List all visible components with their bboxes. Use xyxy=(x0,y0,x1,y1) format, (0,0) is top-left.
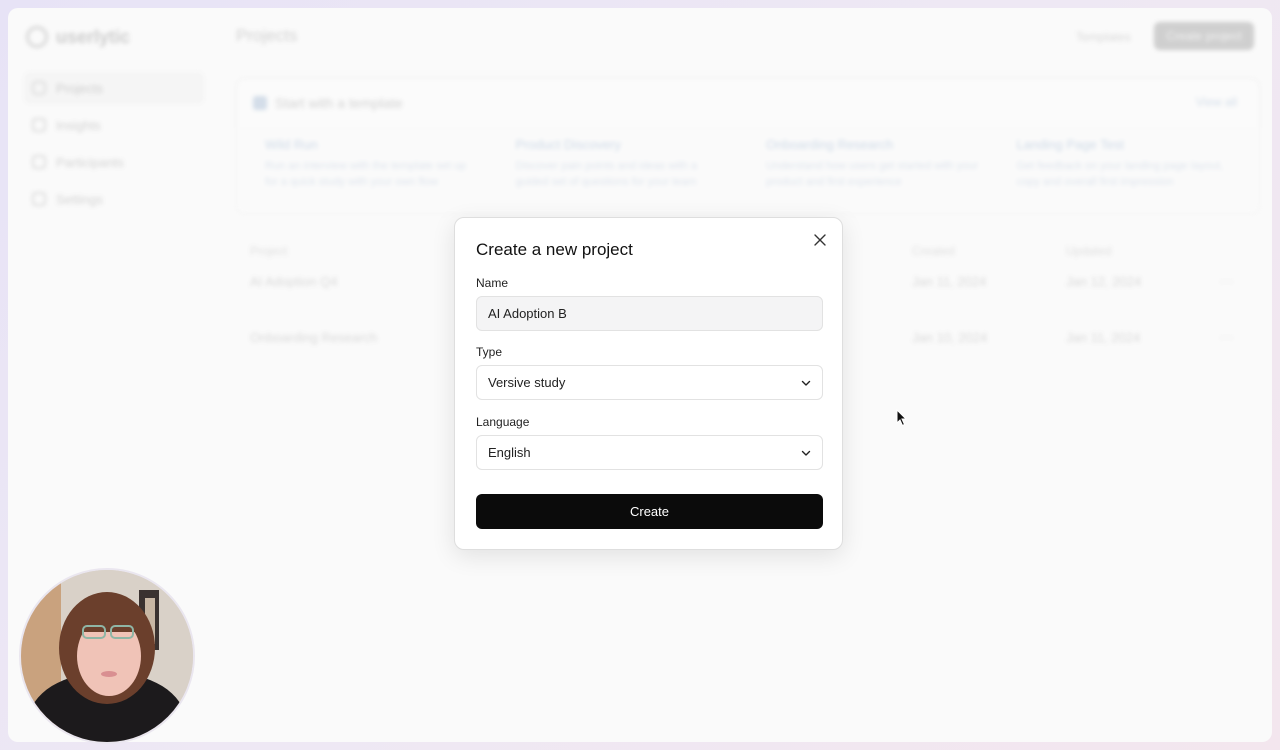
language-select-value: English xyxy=(488,445,531,460)
name-input[interactable]: AI Adoption B xyxy=(476,296,823,331)
name-input-value: AI Adoption B xyxy=(488,306,567,321)
type-select-value: Versive study xyxy=(488,375,566,390)
presenter-video xyxy=(21,570,193,742)
mouse-cursor-icon xyxy=(896,409,908,427)
name-label: Name xyxy=(476,276,509,290)
close-icon xyxy=(814,234,826,246)
type-select[interactable]: Versive study xyxy=(476,365,823,400)
app-window: userlytic Projects Insights Participants… xyxy=(8,8,1272,742)
webcam-bubble xyxy=(19,568,195,744)
type-label: Type xyxy=(476,345,503,359)
chevron-down-icon xyxy=(801,380,811,386)
chevron-down-icon xyxy=(801,450,811,456)
create-button[interactable]: Create xyxy=(476,494,823,529)
create-project-dialog: Create a new project Name AI Adoption B … xyxy=(454,217,843,550)
close-button[interactable] xyxy=(812,232,828,248)
language-select[interactable]: English xyxy=(476,435,823,470)
language-label: Language xyxy=(476,415,530,429)
dialog-title: Create a new project xyxy=(476,240,633,259)
